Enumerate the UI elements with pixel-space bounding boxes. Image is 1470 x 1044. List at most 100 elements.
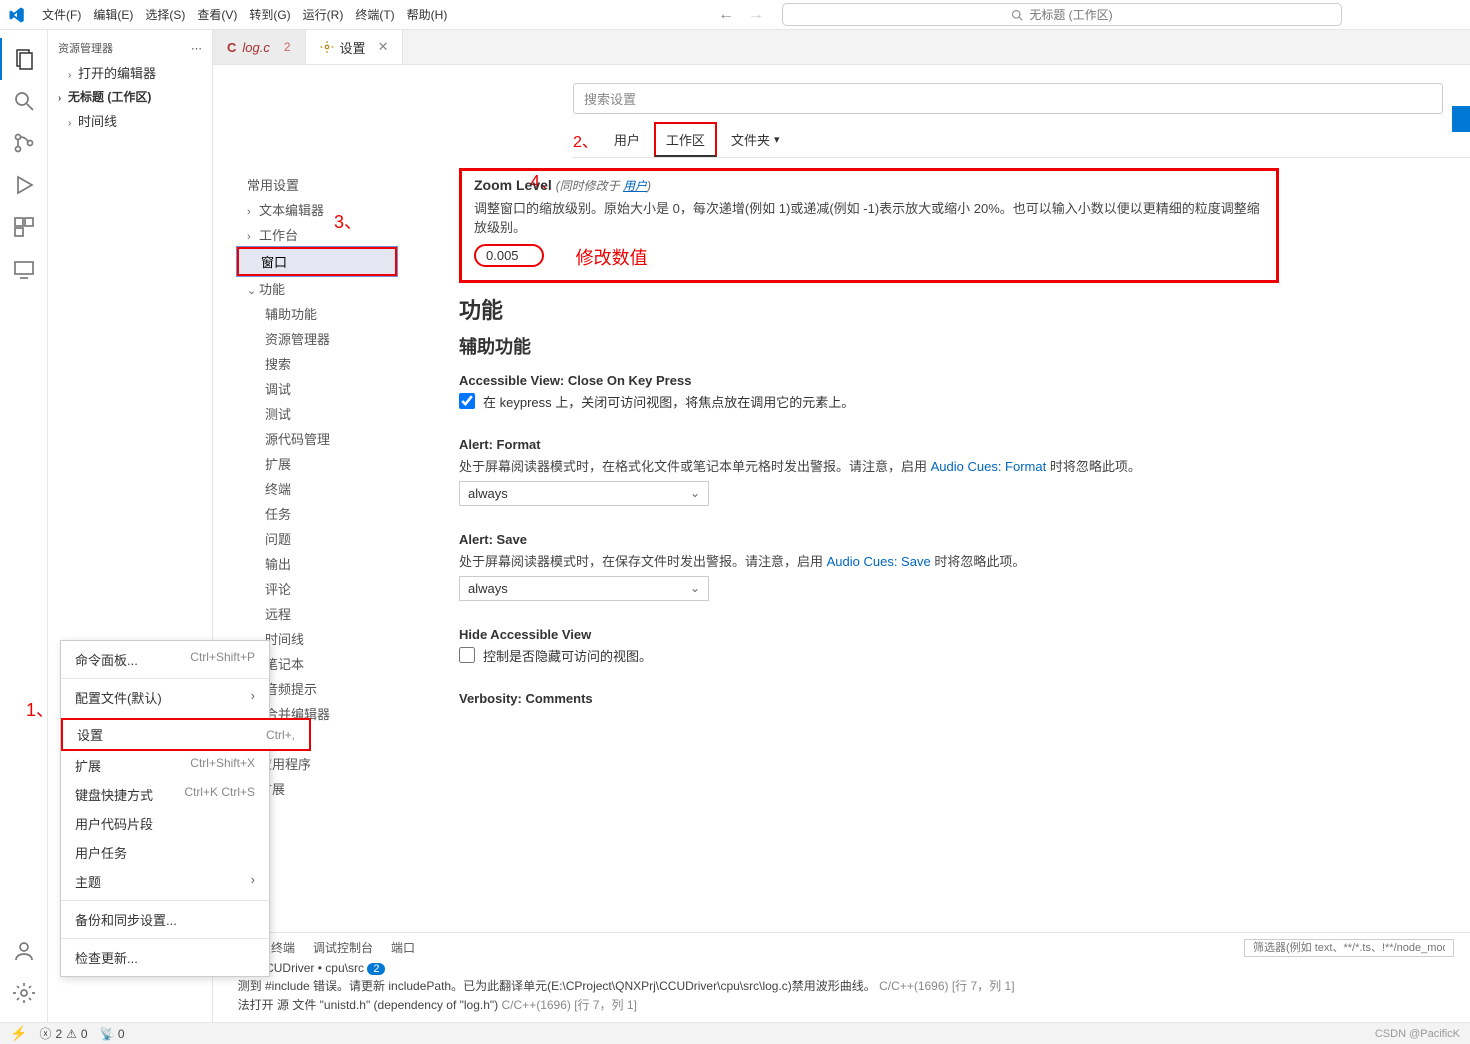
sidebar-open-editors[interactable]: ›打开的编辑器 bbox=[48, 60, 212, 85]
panel-tabs: 输出 终端 调试控制台 端口 bbox=[213, 933, 1470, 961]
activity-debug-icon[interactable] bbox=[0, 164, 48, 206]
activity-scm-icon[interactable] bbox=[0, 122, 48, 164]
ctx-snippets[interactable]: 用户代码片段 bbox=[61, 809, 269, 838]
toc-feat-item[interactable]: 终端 bbox=[237, 476, 397, 501]
toc-feat-item[interactable]: 远程 bbox=[237, 601, 397, 626]
port-forward-status[interactable]: 📡 0 bbox=[100, 1027, 125, 1041]
zoom-setting-box: Zoom Level (同时修改于 用户) 调整窗口的缩放级别。原始大小是 0，… bbox=[459, 168, 1279, 283]
activity-remote-icon[interactable] bbox=[0, 248, 48, 290]
toc-feat-item[interactable]: 调试 bbox=[237, 376, 397, 401]
vscode-logo-icon bbox=[8, 6, 26, 24]
toc-feat-item[interactable]: 评论 bbox=[237, 576, 397, 601]
ctx-profile[interactable]: 配置文件(默认)› bbox=[61, 683, 269, 712]
alert-format-select[interactable]: always⌄ bbox=[459, 481, 709, 506]
command-center-text: 无标题 (工作区) bbox=[1029, 6, 1112, 23]
ctx-settings[interactable]: 设置Ctrl+, bbox=[61, 718, 311, 751]
toc-window[interactable]: 窗口 bbox=[237, 247, 397, 276]
close-icon[interactable]: ✕ bbox=[378, 39, 389, 55]
ctx-theme[interactable]: 主题› bbox=[61, 867, 269, 896]
menu-file[interactable]: 文件(F) bbox=[36, 6, 87, 23]
gear-context-menu: 命令面板...Ctrl+Shift+P 配置文件(默认)› 设置Ctrl+, 扩… bbox=[60, 640, 270, 977]
toc-feat-item[interactable]: 资源管理器 bbox=[237, 326, 397, 351]
menu-terminal[interactable]: 终端(T) bbox=[349, 6, 400, 23]
tab-settings[interactable]: 设置 ✕ bbox=[306, 30, 404, 64]
nav-back-icon[interactable]: ← bbox=[718, 6, 732, 24]
ctx-extensions[interactable]: 扩展Ctrl+Shift+X bbox=[61, 751, 269, 780]
setting-accessible-view: Accessible View: Close On Key Press 在 ke… bbox=[459, 373, 1444, 411]
panel-tab-terminal[interactable]: 终端 bbox=[271, 939, 295, 957]
sidebar-header: 资源管理器 ⋯ bbox=[48, 36, 212, 60]
activity-account-icon[interactable] bbox=[0, 930, 48, 972]
ctx-keyboard[interactable]: 键盘快捷方式Ctrl+K Ctrl+S bbox=[61, 780, 269, 809]
problem-line-2[interactable]: 法打开 源 文件 "unistd.h" (dependency of "log.… bbox=[231, 996, 1452, 1013]
toc-features[interactable]: ⌄功能 bbox=[237, 276, 397, 301]
sidebar-workspace[interactable]: ›无标题 (工作区) bbox=[48, 85, 212, 108]
hide-view-desc: 控制是否隐藏可访问的视图。 bbox=[483, 646, 652, 665]
activity-gear-icon[interactable] bbox=[0, 972, 48, 1014]
menu-view[interactable]: 查看(V) bbox=[191, 6, 243, 23]
ctx-backup[interactable]: 备份和同步设置... bbox=[61, 905, 269, 934]
sidebar-title: 资源管理器 bbox=[58, 40, 191, 56]
panel-tab-ports[interactable]: 端口 bbox=[391, 939, 415, 957]
chevron-down-icon: ⌄ bbox=[690, 486, 700, 500]
problems-crumb[interactable]: ⌄ C CCUDriver • cpu\src 2 bbox=[231, 961, 1452, 975]
toc-feat-item[interactable]: 问题 bbox=[237, 526, 397, 551]
menu-goto[interactable]: 转到(G) bbox=[243, 6, 296, 23]
panel-tab-debug[interactable]: 调试控制台 bbox=[313, 939, 373, 957]
scope-workspace[interactable]: 工作区 bbox=[654, 122, 717, 157]
menu-help[interactable]: 帮助(H) bbox=[401, 6, 454, 23]
toc-feat-item[interactable]: 测试 bbox=[237, 401, 397, 426]
problem-line-1[interactable]: 测到 #include 错误。请更新 includePath。已为此翻译单元(E… bbox=[231, 977, 1452, 994]
acc-view-checkbox[interactable] bbox=[459, 393, 475, 409]
accessibility-heading: 辅助功能 bbox=[459, 333, 1444, 359]
tab-logc-label: log.c bbox=[242, 40, 269, 55]
tab-logc[interactable]: C log.c 2 bbox=[213, 30, 306, 64]
toc-feat-item[interactable]: 搜索 bbox=[237, 351, 397, 376]
search-icon bbox=[1011, 9, 1023, 21]
sidebar-timeline[interactable]: ›时间线 bbox=[48, 108, 212, 133]
toc-feat-item[interactable]: 辅助功能 bbox=[237, 301, 397, 326]
settings-pane: 搜索设置 2、 用户 工作区 文件夹▾ 3、 4、 常用设置 ›文本编辑器 ›工… bbox=[213, 65, 1470, 932]
menu-run[interactable]: 运行(R) bbox=[297, 6, 350, 23]
problems-status[interactable]: ⓧ2 ⚠0 bbox=[39, 1025, 87, 1042]
toc-common[interactable]: 常用设置 bbox=[237, 172, 397, 197]
scope-user[interactable]: 用户 bbox=[604, 124, 650, 155]
panel-body: ⌄ C CCUDriver • cpu\src 2 测到 #include 错误… bbox=[213, 961, 1470, 1013]
audio-cues-save-link[interactable]: Audio Cues: Save bbox=[827, 554, 931, 569]
error-icon: ⓧ bbox=[39, 1025, 51, 1042]
search-settings-input[interactable]: 搜索设置 bbox=[573, 83, 1443, 114]
setting-hide-view: Hide Accessible View 控制是否隐藏可访问的视图。 bbox=[459, 627, 1444, 665]
ctx-check-update[interactable]: 检查更新... bbox=[61, 943, 269, 972]
toc-feat-item[interactable]: 源代码管理 bbox=[237, 426, 397, 451]
nav-forward-icon[interactable]: → bbox=[748, 6, 762, 24]
more-icon[interactable]: ⋯ bbox=[191, 42, 202, 55]
open-settings-json-button[interactable] bbox=[1452, 106, 1470, 132]
user-scope-link[interactable]: 用户 bbox=[623, 179, 647, 193]
toc-feat-item[interactable]: 输出 bbox=[237, 551, 397, 576]
activity-search-icon[interactable] bbox=[0, 80, 48, 122]
toc-text-editor[interactable]: ›文本编辑器 bbox=[237, 197, 397, 222]
scope-folder[interactable]: 文件夹▾ bbox=[721, 124, 790, 155]
remote-indicator-icon[interactable]: ⚡ bbox=[10, 1025, 27, 1042]
hide-view-checkbox[interactable] bbox=[459, 647, 475, 663]
annotation-3: 3、 bbox=[334, 208, 362, 234]
statusbar: ⚡ ⓧ2 ⚠0 📡 0 CSDN @PacificK bbox=[0, 1022, 1470, 1044]
panel-filter-input[interactable] bbox=[1244, 939, 1454, 957]
alert-save-select[interactable]: always⌄ bbox=[459, 576, 709, 601]
command-center-search[interactable]: 无标题 (工作区) bbox=[782, 3, 1342, 26]
toc-feat-item[interactable]: 扩展 bbox=[237, 451, 397, 476]
activity-extensions-icon[interactable] bbox=[0, 206, 48, 248]
warning-icon: ⚠ bbox=[66, 1027, 77, 1041]
ctx-command-palette[interactable]: 命令面板...Ctrl+Shift+P bbox=[61, 645, 269, 674]
toc-feat-item[interactable]: 任务 bbox=[237, 501, 397, 526]
alert-save-desc: 处于屏幕阅读器模式时，在保存文件时发出警报。请注意，启用 Audio Cues:… bbox=[459, 551, 1444, 570]
ctx-tasks[interactable]: 用户任务 bbox=[61, 838, 269, 867]
alert-format-title: Alert: Format bbox=[459, 437, 1444, 452]
activity-explorer-icon[interactable] bbox=[0, 38, 48, 80]
menu-edit[interactable]: 编辑(E) bbox=[87, 6, 139, 23]
audio-cues-format-link[interactable]: Audio Cues: Format bbox=[931, 459, 1047, 474]
scope-tabs: 2、 用户 工作区 文件夹▾ bbox=[573, 122, 1470, 158]
toc-workbench[interactable]: ›工作台 bbox=[237, 222, 397, 247]
zoom-level-input[interactable]: 0.005 bbox=[474, 244, 544, 267]
menu-select[interactable]: 选择(S) bbox=[139, 6, 191, 23]
